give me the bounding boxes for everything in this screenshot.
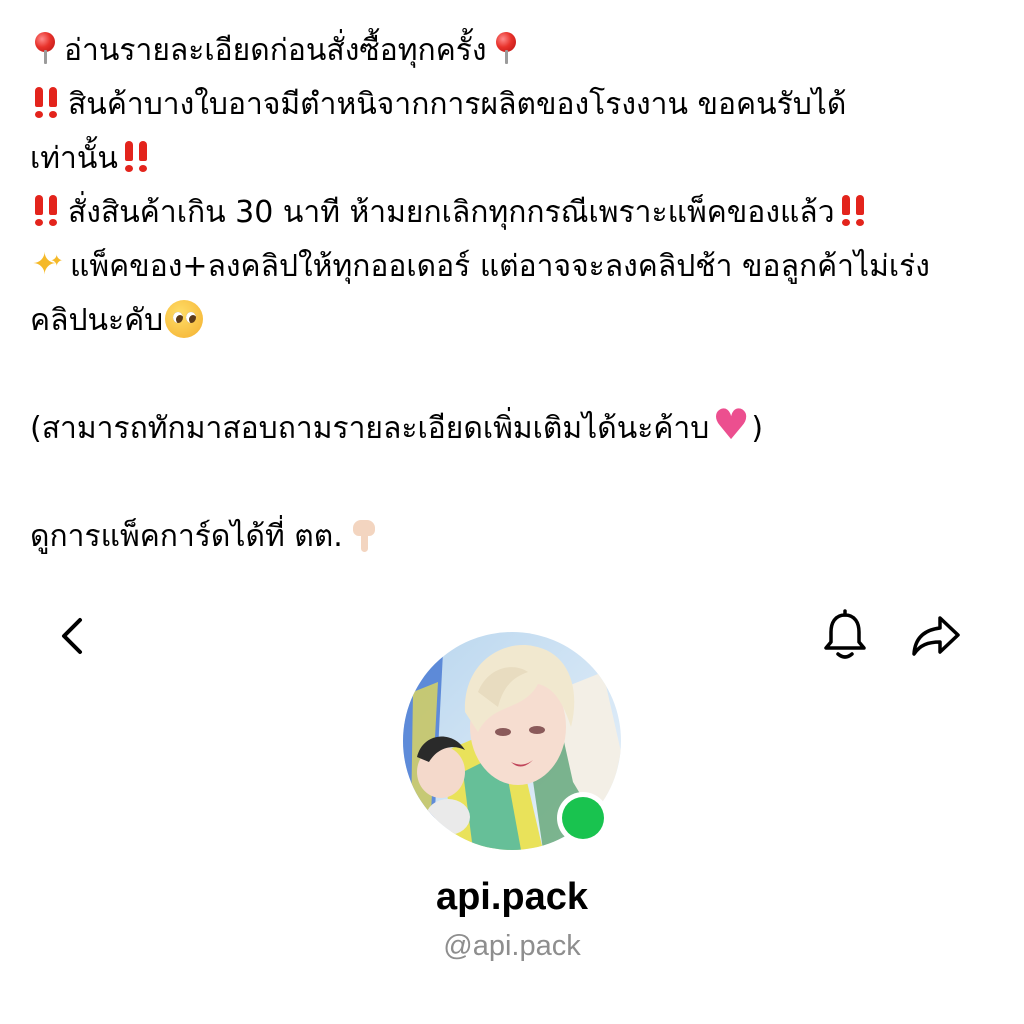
share-arrow-icon <box>912 616 960 656</box>
bio-line-4: สั่งสินค้าเกิน 30 นาที ห้ามยกเลิกทุกกรณี… <box>30 186 995 240</box>
back-button[interactable] <box>44 606 104 666</box>
profile-display-name: api.pack <box>435 876 589 918</box>
bio-text-8: ดูการแพ็คการ์ดได้ที่ ตต. <box>30 519 343 554</box>
double-exclamation-icon <box>30 194 64 226</box>
bio-line-6: คลิปนะคับ <box>30 294 995 348</box>
bio-line-7: (สามารถทักมาสอบถามรายละเอียดเพิ่มเติมได้… <box>30 402 995 456</box>
bio-text-7-close: ) <box>751 411 764 446</box>
sparkles-icon <box>30 240 66 292</box>
pleading-face-icon <box>165 300 204 338</box>
bio-line-5: แพ็คของ+ลงคลิปให้ทุกออเดอร์ แต่อาจจะลงคล… <box>30 240 995 294</box>
bio-text-4: สั่งสินค้าเกิน 30 นาที ห้ามยกเลิกทุกกรณี… <box>68 195 835 230</box>
pin-icon <box>491 32 521 64</box>
bio-text-1: อ่านรายละเอียดก่อนสั่งซื้อทุกครั้ง <box>64 33 487 68</box>
bell-icon <box>824 609 866 659</box>
profile-avatar[interactable] <box>403 632 623 852</box>
bio-text-6: คลิปนะคับ <box>30 303 164 338</box>
notifications-button[interactable] <box>815 606 875 666</box>
pointing-down-icon <box>349 518 383 554</box>
pin-icon <box>30 32 60 64</box>
bio-line-8: ดูการแพ็คการ์ดได้ที่ ตต. <box>30 510 995 564</box>
online-status-indicator <box>557 792 609 844</box>
bio-text-3: เท่านั้น <box>30 141 118 176</box>
bio-line-3: เท่านั้น <box>30 132 995 186</box>
share-button[interactable] <box>906 606 966 666</box>
double-exclamation-icon <box>120 140 154 172</box>
double-exclamation-icon <box>30 86 64 118</box>
growing-heart-icon <box>711 402 750 452</box>
profile-handle: @api.pack <box>443 930 581 962</box>
bio-text-7: (สามารถทักมาสอบถามรายละเอียดเพิ่มเติมได้… <box>30 411 710 446</box>
bio-text-2: สินค้าบางใบอาจมีตำหนิจากการผลิตของโรงงาน… <box>68 87 847 122</box>
double-exclamation-icon <box>837 194 871 226</box>
bio-line-2: สินค้าบางใบอาจมีตำหนิจากการผลิตของโรงงาน… <box>30 78 995 132</box>
profile-bio: อ่านรายละเอียดก่อนสั่งซื้อทุกครั้ง สินค้… <box>30 24 995 564</box>
bio-text-5: แพ็คของ+ลงคลิปให้ทุกออเดอร์ แต่อาจจะลงคล… <box>70 249 930 284</box>
chevron-left-icon <box>62 618 82 654</box>
bio-line-1: อ่านรายละเอียดก่อนสั่งซื้อทุกครั้ง <box>30 24 995 78</box>
